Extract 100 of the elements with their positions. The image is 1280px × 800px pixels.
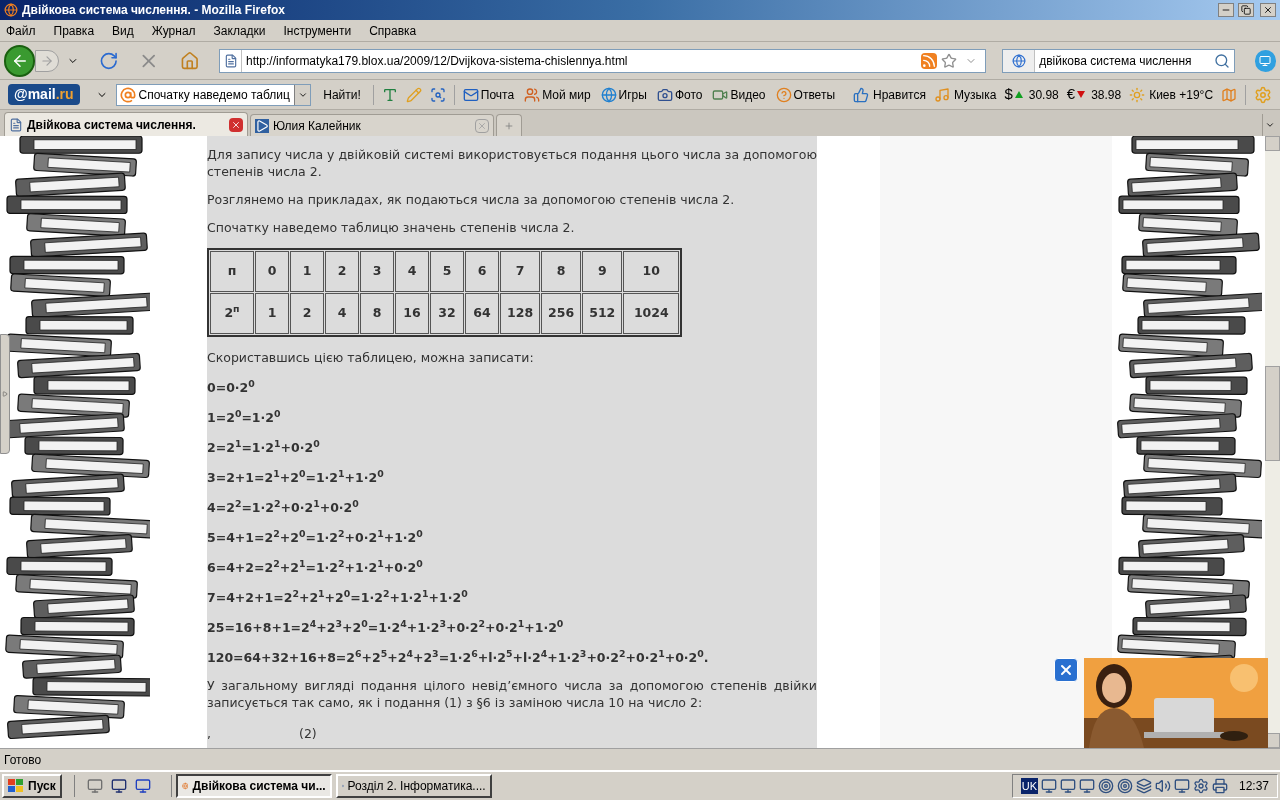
formula: 120=64+32+16+8=2$^{6}$+2$^{5}$+2$^{4}$+2$^{3}$=1·2$^{6}$+l·2$^{5}$+l·2$^{4}$+1·2$^{3}$+0·2$^{2}$+0·2$^{1}$+0·2$^{0}$. [207, 649, 710, 666]
formula: 5=4+1=2$^{2}$+2$^{0}$=1·2$^{2}$+0·2$^{1}$+1·2$^{0}$ [207, 529, 424, 546]
table-cell: 64 [465, 293, 499, 334]
tray-icon[interactable] [1211, 778, 1228, 794]
music-note-icon [933, 86, 950, 103]
formula-punctuation: , [207, 725, 212, 742]
thumbs-up-icon [853, 86, 869, 103]
find-button[interactable]: Найти! [319, 85, 365, 104]
close-button[interactable] [1260, 3, 1276, 17]
table-cell: 128 [500, 293, 541, 334]
toolbar-link[interactable]: Игры [618, 85, 647, 104]
table-cell: 5 [430, 251, 464, 292]
browser-tab[interactable]: Юлия Калейник [250, 114, 494, 136]
toolbar-link[interactable]: Мой мир [542, 85, 591, 104]
rss-icon[interactable] [921, 52, 938, 69]
tray-icon[interactable] [1078, 778, 1095, 794]
exchange-rate[interactable]: 38.98 [1091, 85, 1122, 104]
formula: 7=4+2+1=2$^{2}$+2$^{1}$+2$^{0}$=1·2$^{2}$+1·2$^{1}$+1·2$^{0}$ [207, 589, 469, 606]
mail-search-field[interactable]: Спочатку наведемо таблиц [115, 83, 312, 106]
back-button[interactable] [4, 44, 36, 77]
formula: 25=16+8+1=2$^{4}$+2$^{3}$+2$^{0}$=1·2$^{4}$+1·2$^{3}$+0·2$^{2}$+0·2$^{1}$+1·2$^{0}$ [207, 619, 565, 636]
table-cell: 10 [623, 251, 680, 292]
reload-icon[interactable] [98, 50, 119, 71]
quick-launch-icon[interactable] [134, 778, 151, 794]
tray-icon[interactable] [1059, 778, 1076, 794]
weather-link[interactable]: Киев +19°C [1149, 85, 1214, 104]
address-field[interactable]: http://informatyka179.blox.ua/2009/12/Dvijkova-sistema-chislennya.html [219, 48, 987, 73]
exchange-rate[interactable]: 30.98 [1028, 85, 1059, 104]
page-icon [9, 117, 23, 132]
search-field[interactable]: двійкова система числення [1002, 48, 1235, 73]
play-icon [255, 118, 269, 133]
menu-item[interactable]: Закладки [213, 21, 266, 40]
tray-icon[interactable] [1116, 778, 1133, 794]
globe-icon [600, 86, 617, 103]
status-text: Готово [4, 751, 42, 769]
table-cell: 7 [500, 251, 541, 292]
quick-launch-icon[interactable] [110, 778, 127, 794]
paragraph: Для запису числа у двійковій системі використовується подання цього числа за допомогою степенів числа 2. [207, 146, 817, 180]
window-title: Двійкова система числення. - Mozilla Firefox [22, 2, 286, 19]
table-cell: 9 [582, 251, 623, 292]
plus-icon [504, 120, 514, 131]
toolbar-link[interactable]: Ответы [793, 85, 835, 104]
tray-icon[interactable] [1173, 778, 1190, 794]
menu-item[interactable]: Файл [6, 21, 36, 40]
browser-tab[interactable]: Двійкова система числення. [4, 112, 248, 136]
formula: 3=2+1=2$^{1}$+2$^{0}$=1·2$^{1}$+1·2$^{0}$ [207, 469, 385, 486]
table-cell: 8 [360, 293, 394, 334]
close-icon [1263, 5, 1273, 15]
currency-symbol: € [1066, 84, 1076, 105]
toolbar-link[interactable]: Видео [730, 85, 766, 104]
toolbar-link[interactable]: Фото [674, 85, 703, 104]
text-size-icon[interactable] [381, 86, 398, 103]
tray-icon[interactable] [1192, 778, 1209, 794]
table-cell: 6 [465, 251, 499, 292]
sidebar-handle[interactable] [0, 334, 10, 454]
music-link[interactable]: Музыка [953, 85, 997, 104]
taskbar-button[interactable]: Двійкова система чи... [175, 774, 332, 798]
menu-item[interactable]: Вид [112, 21, 134, 40]
restore-button[interactable] [1238, 3, 1254, 17]
menu-item[interactable]: Інструменти [283, 21, 352, 40]
formula: 2=2$^{1}$=1·2$^{1}$+0·2$^{0}$ [207, 439, 321, 456]
tray-icon[interactable] [1135, 778, 1152, 794]
menu-item[interactable]: Правка [53, 21, 95, 40]
scrollbar[interactable] [1265, 136, 1280, 748]
paragraph: Розглянемо на прикладах, як подаються числа за допомогою степенів числа 2. [207, 191, 736, 208]
taskbar-button[interactable]: Розділ 2. Інформатика.... [335, 774, 492, 798]
minimize-button[interactable] [1218, 3, 1234, 17]
menu-item[interactable]: Справка [369, 21, 417, 40]
tab-label: Двійкова система числення. [27, 116, 197, 134]
formula: 4=2$^{2}$=1·2$^{2}$+0·2$^{1}$+0·2$^{0}$ [207, 499, 360, 516]
formula: 6=4+2=2$^{2}$+2$^{1}$=1·2$^{2}$+1·2$^{1}$+0·2$^{0}$ [207, 559, 424, 576]
clock: 12:37 [1238, 778, 1269, 795]
formula: 1=2$^{0}$=1·2$^{0}$ [207, 409, 282, 426]
table-cell: п [210, 251, 254, 292]
home-icon[interactable] [179, 50, 199, 71]
table-cell: 0 [255, 251, 289, 292]
toolbar-link[interactable]: Почта [480, 85, 515, 104]
bookmark-star-icon[interactable] [941, 52, 958, 69]
table-cell: 512 [582, 293, 623, 334]
mail-ru-logo[interactable]: @mail.ru [8, 84, 80, 105]
tray-icon[interactable] [1040, 778, 1057, 794]
expand-icon [2, 391, 8, 397]
search-icon[interactable] [1213, 52, 1230, 69]
menu-item[interactable]: Журнал [151, 21, 196, 40]
like-link[interactable]: Нравится [873, 85, 926, 104]
tray-icon[interactable] [1154, 778, 1171, 794]
tab-close-button[interactable] [229, 117, 243, 132]
page-search-icon[interactable] [429, 86, 446, 103]
language-indicator[interactable]: UK [1020, 777, 1038, 795]
start-button[interactable]: Пуск [2, 774, 62, 798]
envelope-icon [462, 86, 479, 103]
tray-icon[interactable] [1097, 778, 1114, 794]
camera-icon [656, 86, 673, 103]
table-cell: 1 [255, 293, 289, 334]
people-icon [524, 86, 541, 103]
search-engine-icon[interactable] [1011, 53, 1026, 68]
currency-symbol: $ [1004, 84, 1013, 105]
formula: 0=0·2$^{0}$ [207, 379, 256, 396]
table-cell: 1024 [623, 293, 680, 334]
table-cell: 4 [395, 251, 429, 292]
